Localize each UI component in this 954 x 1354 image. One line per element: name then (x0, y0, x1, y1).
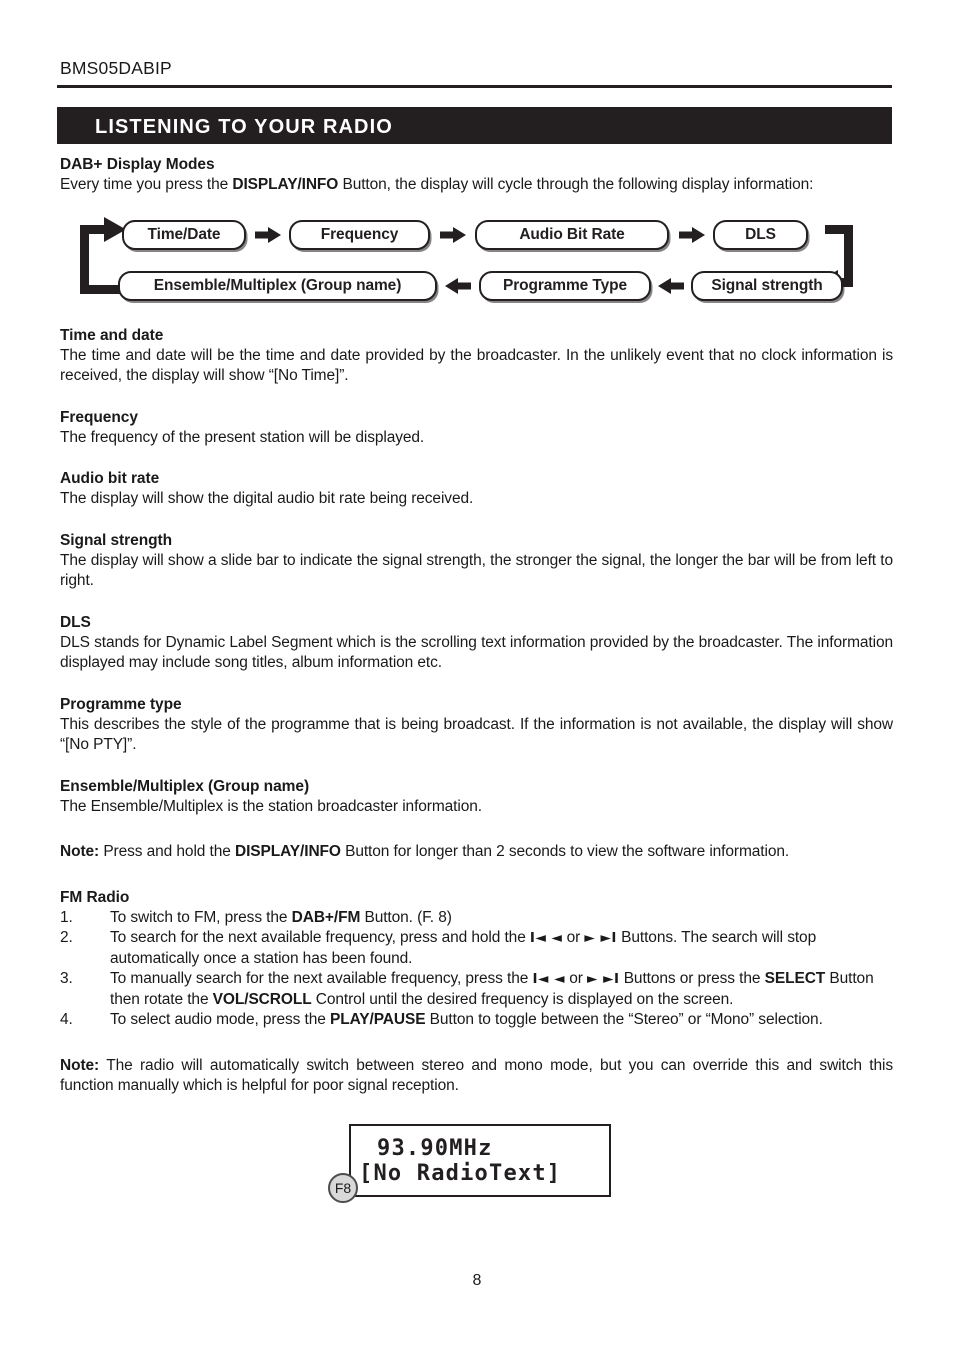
paragraph-time-and-date: The time and date will be the time and d… (60, 346, 893, 385)
header-rule (57, 85, 892, 88)
transport-button-glyph: I◄ ◄ (532, 971, 565, 987)
lcd-frequency-text: 93.90MHz (377, 1136, 493, 1161)
left-connector-vertical (80, 224, 89, 294)
page-content: DAB+ Display Modes Every time you press … (60, 155, 893, 1097)
heading-time-and-date: Time and date (60, 326, 164, 344)
fm-radio-step: 3. To manually search for the next availa… (60, 969, 893, 1010)
lcd-radiotext-text: [No RadioText] (359, 1161, 562, 1186)
step-text: Control until the desired frequency is d… (311, 990, 734, 1008)
step-text: To switch to FM, press the (110, 908, 292, 926)
flow-arrow-2-icon (440, 226, 466, 243)
fm-radio-step-number: 4. (60, 1011, 73, 1028)
lcd-screen: 93.90MHz [No RadioText] (349, 1124, 611, 1197)
flow-box-time-date: Time/Date (122, 219, 246, 250)
step-text: To select audio mode, press the (110, 1011, 330, 1028)
figure-reference-label: F8 (328, 1173, 358, 1203)
flow-arrow-5-icon (658, 277, 684, 294)
fm-radio-step-number: 2. (60, 929, 73, 946)
flow-arrow-3-icon (679, 226, 705, 243)
flow-box-frequency: Frequency (289, 219, 430, 250)
fm-radio-step-number: 3. (60, 970, 73, 987)
note-text-1b: Button for longer than 2 seconds to view… (340, 843, 790, 860)
chapter-title: LISTENING TO YOUR RADIO (95, 116, 393, 138)
paragraph-signal-strength: The display will show a slide bar to ind… (60, 551, 893, 590)
emphasis-text: VOL/SCROLL (212, 990, 312, 1008)
page-number: 8 (472, 1272, 482, 1289)
heading-dls: DLS (60, 613, 91, 631)
heading-audio-bit-rate: Audio bit rate (60, 470, 160, 487)
emphasis-text: SELECT (764, 970, 826, 987)
intro-text-1: Every time you press the (60, 176, 233, 193)
intro-text-2: Button, the display will cycle through t… (338, 176, 814, 193)
emphasis-text: DAB+/FM (291, 908, 361, 926)
paragraph-dls: DLS stands for Dynamic Label Segment whi… (60, 633, 893, 672)
paragraph-frequency: The frequency of the present station wil… (60, 428, 425, 446)
chapter-title-bar: LISTENING TO YOUR RADIO (57, 107, 892, 144)
model-code: BMS05DABIP (60, 58, 172, 78)
fm-radio-step: 1. To switch to FM, press the DAB+/FM But… (60, 908, 893, 929)
flow-box-dls: DLS (713, 219, 808, 250)
flow-box-signal-strength: Signal strength (691, 270, 843, 301)
note-text-1a: Press and hold the (99, 843, 235, 860)
flow-box-audio-bit-rate: Audio Bit Rate (475, 219, 669, 250)
right-connector-vertical (844, 224, 853, 287)
manual-page: BMS05DABIP LISTENING TO YOUR RADIO DAB+ … (0, 0, 954, 1354)
step-text: or (564, 970, 587, 987)
step-text: or (562, 929, 585, 946)
note-text-2: The radio will automatically switch betw… (60, 1056, 893, 1095)
paragraph-audio-bit-rate: The display will show the digital audio … (60, 490, 474, 507)
flow-box-programme-type: Programme Type (479, 270, 651, 301)
note-bold-display-info: DISPLAY/INFO (234, 843, 341, 860)
intro-bold-display-info: DISPLAY/INFO (232, 176, 339, 193)
heading-frequency: Frequency (60, 408, 138, 426)
note-label-1: Note: (60, 843, 100, 860)
heading-programme-type: Programme type (60, 695, 182, 713)
emphasis-text: PLAY/PAUSE (329, 1011, 426, 1028)
paragraph-ensemble-multiplex: The Ensemble/Multiplex is the station br… (60, 797, 482, 815)
heading-ensemble-multiplex: Ensemble/Multiplex (Group name) (60, 777, 310, 795)
step-text: To manually search for the next availabl… (110, 970, 533, 987)
note-display-info: Note: Press and hold the DISPLAY/INFO Bu… (60, 842, 893, 863)
fm-radio-step: 2. To search for the next available frequ… (60, 928, 893, 969)
display-mode-flow-diagram: Time/Date Frequency Audio Bit Rate DLS E… (60, 207, 893, 315)
note-stereo-mono: Note: The radio will automatically switc… (60, 1056, 893, 1097)
step-text: Button to toggle between the “Stereo” or… (425, 1011, 823, 1028)
left-connector-top (80, 224, 108, 234)
step-text: Buttons or press the (619, 970, 765, 987)
step-text: To search for the next available frequen… (110, 929, 530, 946)
fm-radio-step-list: 1. To switch to FM, press the DAB+/FM But… (60, 908, 893, 1031)
note-label-2: Note: (60, 1056, 100, 1074)
paragraph-programme-type: This describes the style of the programm… (60, 715, 893, 754)
heading-signal-strength: Signal strength (60, 531, 173, 549)
flow-arrow-1-icon (255, 226, 281, 243)
flow-box-ensemble-multiplex: Ensemble/Multiplex (Group name) (118, 270, 437, 301)
transport-button-glyph: ► ►I (584, 930, 617, 946)
transport-button-glyph: I◄ ◄ (529, 930, 563, 946)
fm-radio-step: 4. To select audio mode, press the PLAY/P… (60, 1010, 893, 1031)
lcd-display-figure: 93.90MHz [No RadioText] F8 (328, 1124, 611, 1203)
flow-arrow-4-icon (445, 277, 471, 294)
transport-button-glyph: ► ►I (586, 971, 620, 987)
heading-dab-display-modes: DAB+ Display Modes (60, 156, 215, 173)
fm-radio-step-number: 1. (60, 908, 73, 926)
heading-fm-radio: FM Radio (60, 888, 130, 906)
intro-paragraph: Every time you press the DISPLAY/INFO Bu… (60, 175, 893, 196)
right-connector-top (825, 224, 853, 234)
step-text: Button. (F. 8) (360, 908, 452, 926)
